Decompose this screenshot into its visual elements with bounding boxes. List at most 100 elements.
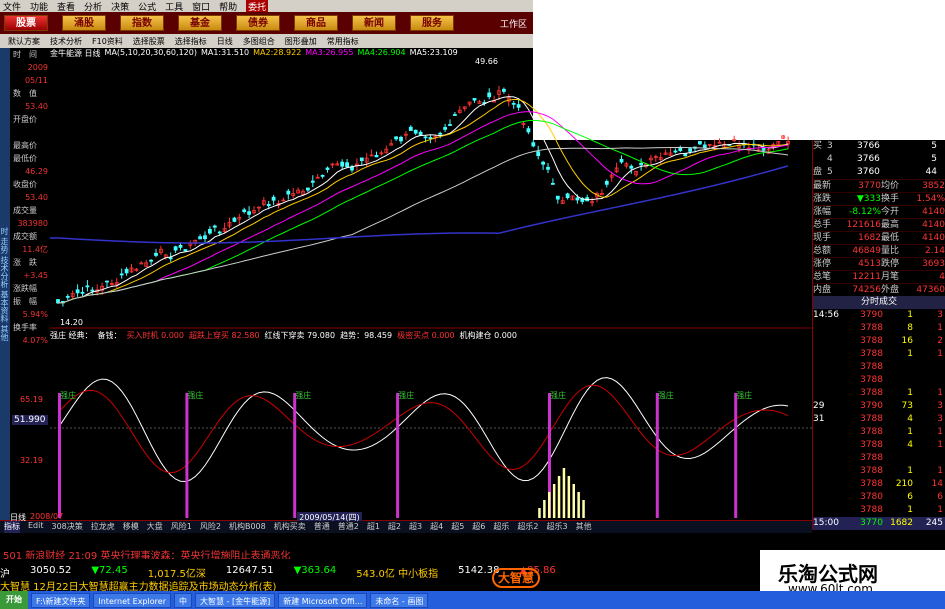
trade-row: 3788 [813, 452, 945, 465]
workarea-label[interactable]: 工作区 [500, 17, 527, 30]
menu-item[interactable]: 查看 [57, 0, 75, 13]
signal-label: 强庄 [550, 390, 566, 400]
nav-button[interactable]: 涌股 [62, 15, 106, 31]
toolbar: 默认方案 技术分析 F10资料 选择股票 选择指标 日线 多图组合 图形叠加 常用指标 [0, 34, 533, 48]
menu-item[interactable]: 工具 [165, 0, 183, 13]
candle [516, 99, 521, 111]
start-button[interactable]: 开始 [0, 591, 28, 609]
cell: 8 [907, 323, 913, 333]
nav-button[interactable]: 基金 [178, 15, 222, 31]
indicator-tab[interactable]: 指标 [4, 521, 20, 533]
indicator-line [57, 377, 789, 483]
candle [203, 231, 207, 244]
ime-indicator[interactable]: 中 [174, 592, 192, 608]
quote-row: 涨停 4513 跌停 3693 [813, 257, 945, 270]
cell [813, 153, 827, 166]
indicator-tab[interactable]: 超1 [367, 521, 380, 533]
info-row: 53.40 [25, 102, 48, 111]
indicator-tab[interactable]: Edit [28, 521, 44, 533]
low-label: 14.20 [60, 318, 83, 327]
cell [913, 452, 943, 465]
menu-item[interactable]: 文件 [3, 0, 21, 13]
taskbar-item[interactable]: F:\新建文件夹 [31, 592, 91, 608]
toolbar-item[interactable]: F10资料 [92, 36, 123, 47]
cell [813, 361, 843, 374]
side-tabs[interactable]: 时 走势 技术分析 基本资料 其他 [0, 48, 10, 520]
indicator-tab[interactable]: 超4 [430, 521, 443, 533]
cell: 47360 [916, 285, 945, 295]
cell: 1 [907, 388, 913, 398]
indicator-tab[interactable]: 普通2 [338, 521, 359, 533]
indicator-tab[interactable]: 移模 [123, 521, 139, 533]
info-row: 涨 跌 [13, 258, 37, 267]
toolbar-item[interactable]: 默认方案 [8, 36, 40, 47]
indicator-tab[interactable]: 机构B008 [229, 521, 266, 533]
taskbar-item[interactable]: 未命名 - 画图 [370, 592, 429, 608]
cell: 14 [931, 479, 943, 489]
cell: 3 [937, 414, 943, 424]
cell: 5 [931, 154, 937, 164]
cell [813, 374, 843, 387]
menu-item[interactable]: 委托 [246, 0, 269, 13]
cell: 3 [937, 310, 943, 320]
candle [443, 123, 448, 133]
candle [70, 290, 75, 300]
nav-button[interactable]: 服务 [410, 15, 454, 31]
menu-item[interactable]: 窗口 [192, 0, 210, 13]
indicator-tab[interactable]: 其他 [576, 521, 592, 533]
toolbar-item[interactable]: 选择指标 [175, 36, 207, 47]
nav-button[interactable]: 债券 [236, 15, 280, 31]
candle [261, 197, 266, 207]
toolbar-item[interactable]: 常用指标 [327, 36, 359, 47]
indicator-title: 强庄 经典： 备钱： 买入时机 0.000 超跌上穿买 82.580 红线下穿卖… [50, 331, 517, 340]
cell: 4140 [922, 233, 945, 243]
indicator-tab[interactable]: 308决策 [52, 521, 83, 533]
indicator-tab[interactable]: 超乐3 [546, 521, 567, 533]
candle [237, 213, 242, 225]
nav-button[interactable]: 股票 [4, 15, 48, 31]
taskbar-item[interactable]: 新建 Microsoft Offi... [278, 592, 368, 608]
order-book-row: 买 3 3766 5 [813, 140, 945, 153]
indicator-tab[interactable]: 风险1 [171, 521, 192, 533]
indicator-tab[interactable]: 普通 [314, 521, 330, 533]
candle [501, 87, 506, 94]
cell [813, 426, 843, 439]
indicator-tab[interactable]: 大盘 [147, 521, 163, 533]
candle [354, 158, 359, 171]
menu-item[interactable]: 帮助 [219, 0, 237, 13]
menu-item[interactable]: 公式 [138, 0, 156, 13]
signal-bar [734, 393, 738, 518]
nav-button[interactable]: 新闻 [352, 15, 396, 31]
indicator-tab[interactable]: 拉龙虎 [91, 521, 115, 533]
indicator-tab[interactable]: 超乐2 [517, 521, 538, 533]
indicator-tab[interactable]: 机构买卖 [274, 521, 306, 533]
cell [813, 478, 843, 491]
cell: 3788 [860, 479, 883, 489]
indicator-tab[interactable]: 风险2 [200, 521, 221, 533]
quote-row: 总额 46849 量比 2.14 [813, 244, 945, 257]
indicator-tab[interactable]: 超2 [388, 521, 401, 533]
toolbar-item[interactable]: 多图组合 [243, 36, 275, 47]
indicator-tab[interactable]: 超3 [409, 521, 422, 533]
indicator-tab[interactable]: 超5 [451, 521, 464, 533]
toolbar-item[interactable]: 图形叠加 [285, 36, 317, 47]
cell: 4 [827, 154, 833, 164]
taskbar-item[interactable]: Internet Explorer [93, 592, 171, 608]
indicator-tab[interactable]: 超乐 [493, 521, 509, 533]
main-chart[interactable]: 强庄 强庄 强庄 强庄 强庄 强庄 强庄 [50, 48, 812, 520]
toolbar-item[interactable]: 日线 [217, 36, 233, 47]
nav-button[interactable]: 指数 [120, 15, 164, 31]
quote-panel: 买 3 3766 5 4 3766 5 盘 5 3760 44 最新 3770 均价 3852 涨跌 ▼333 换… [812, 140, 945, 530]
toolbar-item[interactable]: 技术分析 [50, 36, 82, 47]
menu-item[interactable]: 决策 [111, 0, 129, 13]
cell [883, 374, 913, 387]
cell: 3760 [857, 167, 880, 177]
trade-tab[interactable]: 分时成交 [813, 296, 945, 309]
menu-item[interactable]: 分析 [84, 0, 102, 13]
taskbar-item[interactable]: 大智慧 - [金牛能源] [195, 592, 276, 608]
nav-button[interactable]: 商品 [294, 15, 338, 31]
toolbar-item[interactable]: 选择股票 [133, 36, 165, 47]
indicator-tab[interactable]: 超6 [472, 521, 485, 533]
menu-item[interactable]: 功能 [30, 0, 48, 13]
candle [707, 143, 712, 149]
